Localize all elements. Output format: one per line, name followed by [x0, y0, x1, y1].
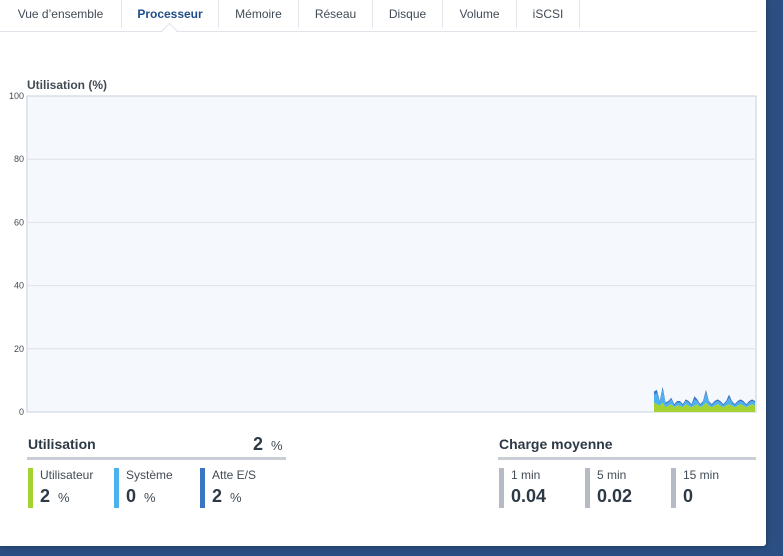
- load-15min: 15 min 0: [671, 468, 757, 508]
- load-15min-value: 0: [683, 486, 694, 506]
- metric-system-value: 0: [126, 486, 137, 506]
- utilisation-total-unit: %: [271, 438, 283, 453]
- metric-user-value: 2: [40, 486, 51, 506]
- metric-io-wait-color-bar: [200, 468, 205, 508]
- load-5min-color-bar: [585, 468, 590, 508]
- y-tick-label: 60: [14, 217, 24, 227]
- load-1min-label: 1 min: [511, 468, 541, 482]
- utilisation-title: Utilisation: [28, 436, 96, 452]
- load-1min: 1 min 0.04: [499, 468, 585, 508]
- load-5min: 5 min 0.02: [585, 468, 671, 508]
- tab-disk[interactable]: Disque: [373, 0, 443, 28]
- load-average-title: Charge moyenne: [499, 436, 613, 452]
- y-tick-label: 0: [19, 407, 24, 417]
- metric-system-label: Système: [126, 468, 173, 482]
- tab-iscsi[interactable]: iSCSI: [517, 0, 580, 28]
- metric-system-unit: %: [144, 490, 156, 505]
- y-tick-label: 100: [9, 91, 24, 101]
- metric-io-wait-unit: %: [230, 490, 242, 505]
- resource-monitor-window: Vue d’ensemble Processeur Mémoire Réseau…: [0, 0, 766, 546]
- chart-plot-area: [26, 95, 757, 413]
- metric-user-label: Utilisateur: [40, 468, 94, 482]
- load-15min-color-bar: [671, 468, 676, 508]
- tab-overview[interactable]: Vue d’ensemble: [0, 0, 122, 28]
- metric-system: Système 0 %: [114, 468, 200, 508]
- load-average-divider: [498, 457, 756, 460]
- metric-user-color-bar: [28, 468, 33, 508]
- load-15min-label: 15 min: [683, 468, 720, 482]
- metric-io-wait: Atte E/S 2 %: [200, 468, 286, 508]
- load-1min-color-bar: [499, 468, 504, 508]
- load-5min-value: 0.02: [597, 486, 633, 506]
- tab-bar: Vue d’ensemble Processeur Mémoire Réseau…: [0, 0, 757, 39]
- utilisation-divider: [27, 457, 286, 460]
- tab-network[interactable]: Réseau: [299, 0, 373, 28]
- metric-system-color-bar: [114, 468, 119, 508]
- load-5min-label: 5 min: [597, 468, 627, 482]
- load-1min-value: 0.04: [511, 486, 547, 506]
- tab-memory[interactable]: Mémoire: [219, 0, 299, 28]
- y-tick-label: 80: [14, 154, 24, 164]
- utilisation-total-value: 2: [253, 434, 264, 454]
- metric-user-unit: %: [58, 490, 70, 505]
- y-tick-label: 20: [14, 344, 24, 354]
- tab-volume[interactable]: Volume: [443, 0, 517, 28]
- cpu-utilisation-chart: 100 80 60 40 20 0: [9, 91, 757, 417]
- metric-io-wait-label: Atte E/S: [212, 468, 257, 482]
- y-tick-label: 40: [14, 281, 24, 291]
- metric-user: Utilisateur 2 %: [28, 468, 114, 508]
- metric-io-wait-value: 2: [212, 486, 223, 506]
